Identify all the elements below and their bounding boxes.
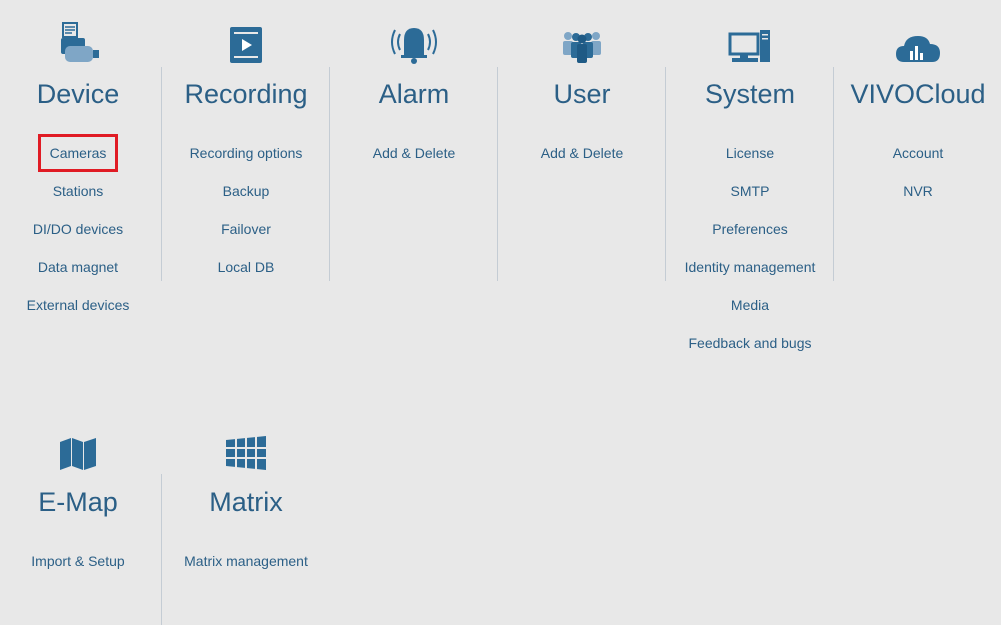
computer-icon[interactable]: [728, 20, 772, 64]
menu-item-label: Preferences: [712, 221, 788, 237]
menu-item-alarm-add-delete[interactable]: Add & Delete: [371, 143, 458, 181]
users-icon[interactable]: [561, 20, 603, 64]
section-title[interactable]: VIVOCloud: [850, 78, 985, 110]
section-title[interactable]: E-Map: [38, 486, 118, 518]
cloud-icon[interactable]: [894, 20, 942, 64]
menu-item-user-add-delete[interactable]: Add & Delete: [539, 143, 626, 181]
menu-item-backup[interactable]: Backup: [221, 181, 272, 219]
menu-item-label: Identity management: [684, 259, 816, 275]
menu-item-label: DI/DO devices: [32, 221, 124, 237]
section-title[interactable]: Recording: [184, 78, 307, 110]
section-title[interactable]: Alarm: [379, 78, 450, 110]
section-title[interactable]: User: [553, 78, 610, 110]
section-vivocloud: VIVOCloud Account NVR: [834, 20, 1001, 219]
menu-item-label: License: [725, 145, 775, 161]
menu-item-label: Backup: [222, 183, 270, 199]
menu-item-account[interactable]: Account: [891, 143, 946, 181]
section-title[interactable]: Device: [37, 78, 120, 110]
menu-item-label: Add & Delete: [540, 145, 624, 161]
section-title[interactable]: Matrix: [209, 486, 283, 518]
menu-item-label: Cameras: [37, 134, 119, 172]
section-recording: Recording Recording options Backup Failo…: [162, 20, 330, 295]
menu-item-label: Feedback and bugs: [688, 335, 812, 351]
menu-item-preferences[interactable]: Preferences: [710, 219, 789, 257]
menu-item-label: Stations: [52, 183, 104, 199]
menu-item-license[interactable]: License: [724, 143, 776, 181]
menu-item-local-db[interactable]: Local DB: [216, 257, 277, 295]
section-emap: E-Map Import & Setup: [0, 428, 162, 589]
matrix-grid-icon[interactable]: [224, 428, 268, 472]
menu-item-label: Local DB: [217, 259, 275, 275]
menu-item-dido-devices[interactable]: DI/DO devices: [31, 219, 125, 257]
menu-item-recording-options[interactable]: Recording options: [188, 143, 305, 181]
menu-item-nvr[interactable]: NVR: [901, 181, 935, 219]
menu-item-label: Matrix management: [184, 553, 308, 569]
menu-item-media[interactable]: Media: [729, 295, 771, 333]
section-matrix: Matrix Matrix management: [162, 428, 330, 589]
menu-item-import-setup[interactable]: Import & Setup: [29, 551, 126, 589]
menu-item-label: Recording options: [189, 145, 303, 161]
section-system: System License SMTP Preferences Identity…: [666, 20, 834, 371]
menu-item-label: Data magnet: [37, 259, 119, 275]
menu-item-label: External devices: [26, 297, 130, 313]
menu-item-stations[interactable]: Stations: [51, 181, 106, 219]
menu-item-cameras[interactable]: Cameras: [37, 134, 119, 181]
menu-item-identity-management[interactable]: Identity management: [683, 257, 818, 295]
menu-item-data-magnet[interactable]: Data magnet: [36, 257, 120, 295]
menu-item-matrix-management[interactable]: Matrix management: [182, 551, 310, 589]
section-user: User Add & Delete: [498, 20, 666, 181]
map-icon[interactable]: [58, 428, 98, 472]
menu-item-label: Media: [730, 297, 770, 313]
menu-item-external-devices[interactable]: External devices: [25, 295, 132, 333]
section-device: Device Cameras Stations DI/DO devices Da…: [0, 20, 162, 333]
alarm-bell-icon[interactable]: [385, 20, 443, 64]
device-icon[interactable]: [55, 20, 101, 64]
section-title[interactable]: System: [705, 78, 795, 110]
recording-icon[interactable]: [229, 20, 263, 64]
menu-item-label: Account: [892, 145, 944, 161]
menu-item-label: SMTP: [730, 183, 770, 199]
menu-item-label: Failover: [221, 221, 271, 237]
menu-item-smtp[interactable]: SMTP: [729, 181, 772, 219]
menu-item-failover[interactable]: Failover: [219, 219, 273, 257]
menu-item-label: Add & Delete: [372, 145, 456, 161]
section-alarm: Alarm Add & Delete: [330, 20, 498, 181]
menu-item-label: NVR: [903, 183, 933, 199]
menu-item-label: Import & Setup: [31, 553, 125, 569]
menu-item-feedback-and-bugs[interactable]: Feedback and bugs: [687, 333, 814, 371]
